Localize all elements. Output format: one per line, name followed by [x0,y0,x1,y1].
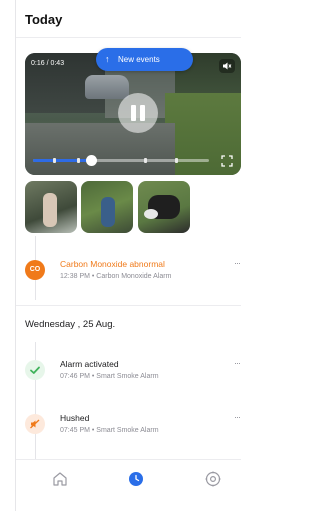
pause-icon [131,105,136,121]
video-scene-car [85,75,129,99]
more-options-button[interactable]: ··· [234,258,241,268]
new-events-label: New events [118,55,160,64]
hush-icon [25,414,45,434]
page-title: Today [25,12,63,27]
event-title: Hushed [60,413,90,423]
event-title: Carbon Monoxide abnormal [60,259,165,269]
gear-icon [205,471,221,487]
check-icon [25,360,45,380]
thumbnail-3[interactable] [138,181,190,233]
tab-bar [16,459,241,511]
video-player[interactable]: 0:16 / 0:43 [25,53,241,175]
mute-icon [223,62,232,70]
fullscreen-button[interactable] [221,154,233,167]
event-marker [144,158,147,163]
event-subtitle: 07:46 PM • Smart Smoke Alarm [60,373,159,380]
event-marker [175,158,178,163]
thumbnail-figure [101,197,115,227]
day-header: Wednesday , 25 Aug. [25,319,116,330]
clock-icon [129,472,143,486]
pause-icon-bar [140,105,145,121]
header: Today [16,0,241,38]
divider [16,305,241,306]
home-icon [53,472,67,486]
thumbnail-figure [43,193,57,227]
scrubber-handle[interactable] [86,155,98,166]
new-events-button[interactable]: ↑ New events [96,48,193,71]
arrow-up-icon: ↑ [105,54,110,64]
pause-button[interactable] [118,93,158,133]
event-marker [53,158,56,163]
event-marker [77,158,80,163]
event-subtitle: 12:38 PM • Carbon Monoxide Alarm [60,273,172,280]
tab-history[interactable] [127,470,145,488]
event-subtitle: 07:45 PM • Smart Smoke Alarm [60,427,159,434]
video-time-code: 0:16 / 0:43 [31,60,65,67]
app-screen: Today 0:16 / 0:43 ↑ New events CO Carbon… [15,0,241,511]
thumbnail-1[interactable] [25,181,77,233]
video-scrubber[interactable] [33,155,209,166]
fullscreen-icon [221,155,233,167]
tab-settings[interactable] [204,470,222,488]
thumbnail-2[interactable] [81,181,133,233]
more-options-button[interactable]: ··· [234,412,241,422]
video-scene-path [25,123,175,175]
event-title: Alarm activated [60,359,119,369]
thumbnail-bowl [144,209,158,219]
co-icon: CO [25,260,45,280]
tab-home[interactable] [51,470,69,488]
more-options-button[interactable]: ··· [234,358,241,368]
scrubber-progress [33,159,92,162]
mute-button[interactable] [219,59,235,73]
